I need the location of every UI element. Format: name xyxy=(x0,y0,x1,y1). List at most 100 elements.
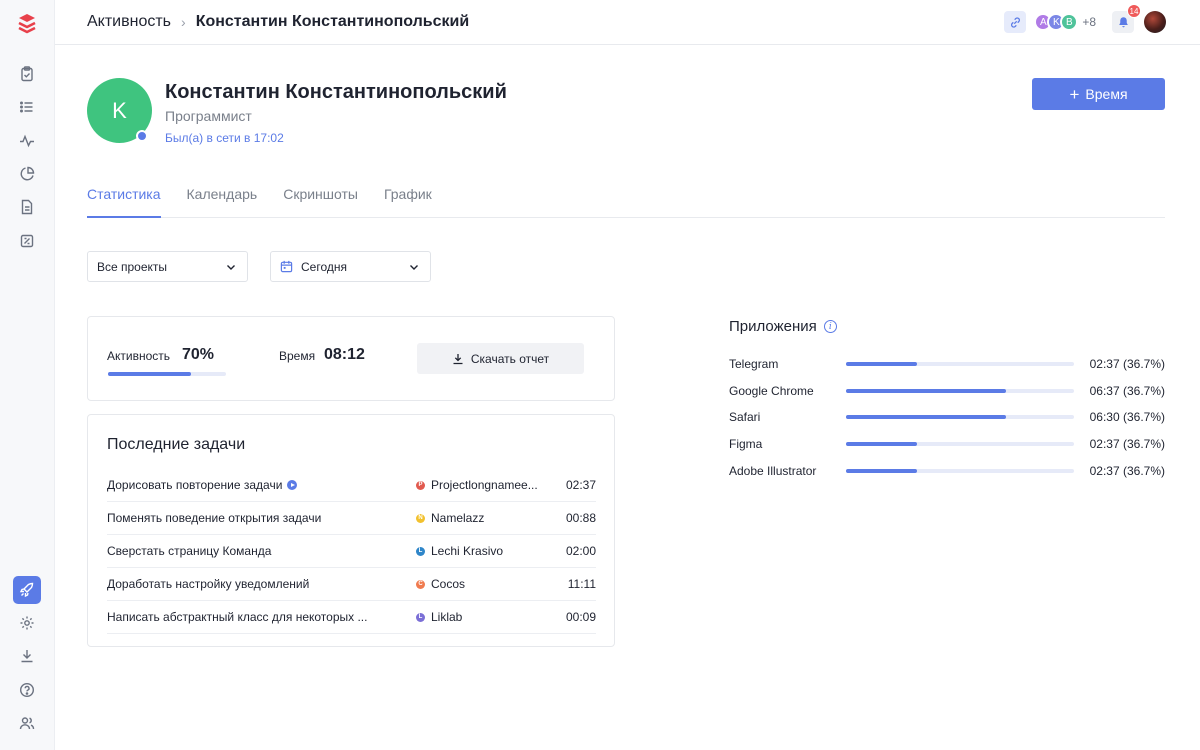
app-row: Telegram 02:37 (36.7%) xyxy=(729,356,1165,374)
app-time: 02:37 (36.7%) xyxy=(1089,464,1165,478)
stats-card: Активность 70% Время 08:12 Скачать отчет xyxy=(87,316,615,401)
app-name: Telegram xyxy=(729,357,779,371)
chevron-down-icon xyxy=(227,265,235,270)
task-project-cell: C Cocos xyxy=(416,577,465,591)
clipboard-check-icon[interactable] xyxy=(13,60,41,88)
sidebar xyxy=(0,0,55,750)
report-icon[interactable] xyxy=(13,227,41,255)
app-row: Safari 06:30 (36.7%) xyxy=(729,409,1165,427)
recent-tasks-card: Последние задачи Дорисовать повторение з… xyxy=(87,414,615,647)
breadcrumb-current: Константин Константинопольский xyxy=(195,13,470,30)
profile-last-seen: Был(а) в сети в 17:02 xyxy=(165,131,284,145)
task-time: 02:00 xyxy=(565,544,596,558)
app-name: Safari xyxy=(729,410,761,424)
task-row[interactable]: Дорисовать повторение задачи P Projectlon… xyxy=(107,469,596,502)
app-name: Adobe Illustrator xyxy=(729,464,817,478)
profile-role: Программист xyxy=(165,108,252,124)
task-time: 00:09 xyxy=(565,610,596,624)
time-label: Время xyxy=(279,349,316,363)
project-select-value: Все проекты xyxy=(97,259,168,274)
list-icon[interactable] xyxy=(13,93,41,121)
project-badge-icon: L xyxy=(416,546,425,556)
notifications-bell-icon[interactable]: 14 xyxy=(1112,4,1141,33)
task-row[interactable]: Сверстать страницу Команда L Lechi Krasiv… xyxy=(107,535,596,568)
project-badge-icon: C xyxy=(416,579,425,589)
download-icon xyxy=(453,353,463,364)
app-row: Adobe Illustrator 02:37 (36.7%) xyxy=(729,463,1165,481)
task-row[interactable]: Написать абстрактный класс для некоторых… xyxy=(107,601,596,634)
project-badge-icon: L xyxy=(416,612,425,622)
project-badge-icon: N xyxy=(416,513,425,523)
app-usage-fill xyxy=(846,362,917,366)
task-project: Liklab xyxy=(431,610,463,624)
task-name: Доработать настройку уведомлений xyxy=(107,577,310,591)
recent-tasks-title: Последние задачи xyxy=(107,436,246,453)
team-avatar[interactable]: B xyxy=(1060,13,1079,31)
task-time: 02:37 xyxy=(565,478,596,492)
task-row[interactable]: Доработать настройку уведомлений C Cocos … xyxy=(107,568,596,601)
pie-chart-icon[interactable] xyxy=(13,160,41,188)
task-name-cell: Дорисовать повторение задачи xyxy=(107,478,298,492)
app-usage-fill xyxy=(846,442,917,446)
task-name: Дорисовать повторение задачи xyxy=(107,478,283,492)
info-icon[interactable]: i xyxy=(823,320,837,333)
app-time: 06:37 (36.7%) xyxy=(1089,384,1165,398)
app-usage-bar xyxy=(846,442,1074,446)
document-icon[interactable] xyxy=(13,193,41,221)
activity-progress-bar xyxy=(108,372,226,376)
team-more-count[interactable]: +8 xyxy=(1082,15,1096,29)
period-select-value: Сегодня xyxy=(301,259,347,274)
app-logo-icon[interactable] xyxy=(15,12,39,36)
app-row: Google Chrome 06:37 (36.7%) xyxy=(729,383,1165,401)
tab-calendar[interactable]: Календарь xyxy=(187,186,258,218)
task-project: Lechi Krasivo xyxy=(431,544,504,558)
time-value: 08:12 xyxy=(324,346,365,363)
tab-schedule[interactable]: График xyxy=(384,186,432,218)
header-actions: A K B +8 14 xyxy=(1004,4,1166,33)
add-time-label: Время xyxy=(1085,86,1128,102)
app-usage-bar xyxy=(846,415,1074,419)
activity-icon[interactable] xyxy=(13,127,41,155)
task-project-cell: L Lechi Krasivo xyxy=(416,544,503,558)
task-project: Projectlongnamee... xyxy=(431,478,538,492)
task-project: Namelazz xyxy=(431,511,485,525)
download-report-label: Скачать отчет xyxy=(470,351,550,366)
task-project-cell: L Liklab xyxy=(416,610,462,624)
calendar-icon xyxy=(280,260,293,273)
tabs: Статистика Календарь Скриншоты График xyxy=(87,186,1165,218)
task-name: Сверстать страницу Команда xyxy=(107,544,272,558)
task-row[interactable]: Поменять поведение открытия задачи N Name… xyxy=(107,502,596,535)
task-name: Написать абстрактный класс для некоторых… xyxy=(107,610,368,624)
app-time: 02:37 (36.7%) xyxy=(1089,357,1165,371)
app-time: 02:37 (36.7%) xyxy=(1089,437,1165,451)
team-avatars[interactable]: A K B +8 xyxy=(1034,13,1096,31)
activity-progress-fill xyxy=(108,372,191,376)
play-icon[interactable] xyxy=(287,480,298,490)
download-report-button[interactable]: Скачать отчет xyxy=(417,343,584,374)
breadcrumb-activity-link[interactable]: Активность xyxy=(87,13,171,31)
add-time-button[interactable]: + Время xyxy=(1032,78,1165,110)
link-icon[interactable] xyxy=(1004,11,1027,33)
task-project-cell: N Namelazz xyxy=(416,511,484,525)
rocket-icon[interactable] xyxy=(13,576,41,604)
app-usage-fill xyxy=(846,469,917,473)
apps-title: Приложения xyxy=(729,318,817,335)
profile-name: Константин Константинопольский xyxy=(165,81,507,103)
help-icon[interactable] xyxy=(13,676,41,704)
app-name: Figma xyxy=(729,437,763,451)
project-select[interactable]: Все проекты xyxy=(87,251,248,282)
tab-statistics[interactable]: Статистика xyxy=(87,186,161,218)
tab-screenshots[interactable]: Скриншоты xyxy=(283,186,358,218)
user-avatar[interactable] xyxy=(1144,11,1166,33)
download-icon[interactable] xyxy=(13,642,41,670)
task-time: 00:88 xyxy=(565,511,596,525)
activity-label: Активность xyxy=(107,349,171,363)
task-name: Поменять поведение открытия задачи xyxy=(107,511,322,525)
app-usage-bar xyxy=(846,362,1074,366)
app-name: Google Chrome xyxy=(729,384,814,398)
period-select[interactable]: Сегодня xyxy=(270,251,431,282)
settings-icon[interactable] xyxy=(13,609,41,637)
project-badge-icon: P xyxy=(416,480,425,490)
users-icon[interactable] xyxy=(13,709,41,737)
top-header: Активность › Константин Константинопольс… xyxy=(55,0,1200,45)
